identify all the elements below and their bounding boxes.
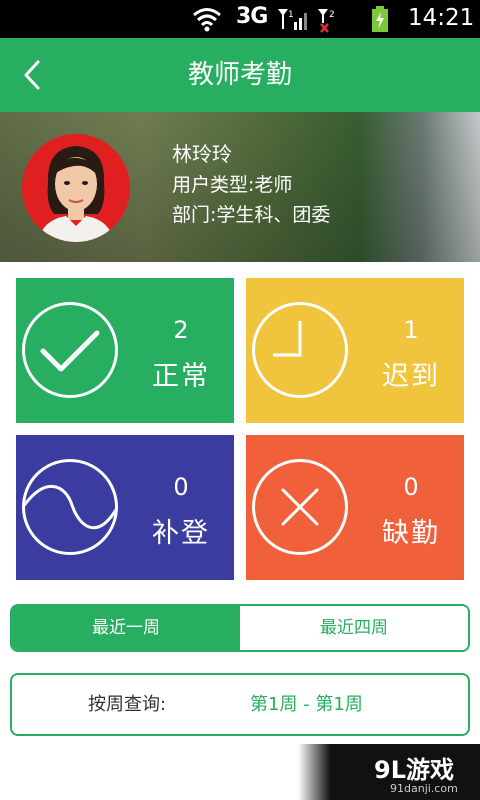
stat-tile-normal[interactable]: 2 正常 xyxy=(16,278,234,423)
watermark-url: 91danji.com xyxy=(390,782,458,795)
network-type: 3G xyxy=(236,4,268,29)
user-name: 林玲玲 xyxy=(172,142,232,166)
app-header: 教师考勤 xyxy=(0,38,480,112)
signal-no-service-icon: 2 xyxy=(316,6,346,38)
chevron-left-icon[interactable] xyxy=(18,58,48,92)
signal-icon: 1 xyxy=(276,6,310,36)
profile-card: 林玲玲 用户类型:老师 部门:学生科、团委 xyxy=(0,112,480,262)
tab-last-four-weeks[interactable]: 最近四周 xyxy=(240,606,468,650)
stat-count: 0 xyxy=(173,473,189,501)
clock-icon xyxy=(252,302,348,398)
user-department: 部门:学生科、团委 xyxy=(172,204,331,226)
tab-last-week[interactable]: 最近一周 xyxy=(12,606,240,650)
svg-text:2: 2 xyxy=(329,10,335,20)
status-bar: 3G 1 2 14:21 xyxy=(0,0,480,38)
stat-tile-late[interactable]: 1 迟到 xyxy=(246,278,464,423)
svg-text:1: 1 xyxy=(288,10,294,20)
x-circle-icon xyxy=(252,459,348,555)
avatar xyxy=(22,134,130,242)
clock-time: 14:21 xyxy=(408,5,475,31)
check-circle-icon xyxy=(22,302,118,398)
watermark: 9L游戏 91danji.com xyxy=(298,744,480,800)
page-title: 教师考勤 xyxy=(187,60,292,90)
week-query-box[interactable]: 按周查询: 第1周 - 第1周 xyxy=(10,673,470,736)
stat-label: 迟到 xyxy=(382,361,440,392)
wave-circle-icon xyxy=(22,459,118,555)
stat-tile-absent[interactable]: 0 缺勤 xyxy=(246,435,464,580)
wifi-icon xyxy=(192,6,222,36)
user-type: 用户类型:老师 xyxy=(172,174,293,196)
stat-tile-makeup[interactable]: 0 补登 xyxy=(16,435,234,580)
battery-charging-icon xyxy=(370,5,390,37)
stat-count: 0 xyxy=(403,473,419,501)
watermark-logo: 9L游戏 xyxy=(374,756,454,784)
period-tabs: 最近一周 最近四周 xyxy=(10,604,470,652)
stat-label: 缺勤 xyxy=(382,518,440,549)
stat-count: 1 xyxy=(403,316,419,344)
stat-count: 2 xyxy=(173,316,189,344)
stat-label: 正常 xyxy=(152,361,210,392)
week-query-label: 按周查询: xyxy=(88,694,167,715)
stat-label: 补登 xyxy=(152,518,210,549)
week-range-selector[interactable]: 第1周 - 第1周 xyxy=(250,675,363,735)
